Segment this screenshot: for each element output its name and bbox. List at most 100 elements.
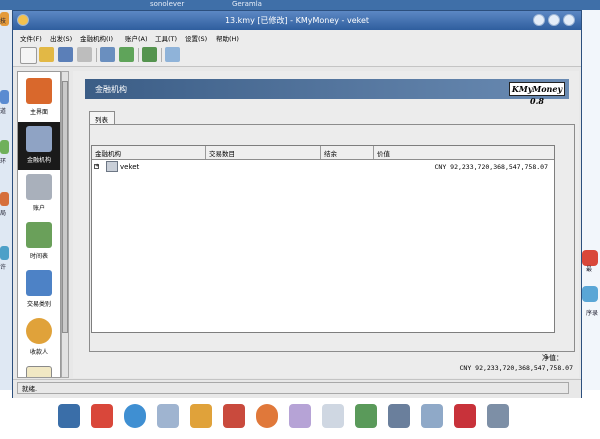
nav-item-label: 金融机构	[26, 157, 51, 164]
nav-item-institutions[interactable]: 金融机构	[18, 122, 60, 170]
nav-item-accounts[interactable]: 账户	[18, 170, 60, 218]
save-icon[interactable]	[58, 47, 73, 62]
toolbar-separator	[161, 48, 162, 62]
close-button[interactable]	[563, 14, 575, 26]
pen-icon[interactable]	[157, 404, 179, 428]
desktop-icon-label: Geramla	[232, 0, 262, 8]
menu-file[interactable]: 文件(F)	[20, 33, 42, 43]
camera-icon[interactable]	[487, 404, 509, 428]
gift-icon[interactable]	[454, 404, 476, 428]
scrollbar-thumb[interactable]	[62, 81, 68, 333]
home-icon	[26, 78, 52, 104]
desktop-shortcut-icon[interactable]	[0, 140, 9, 154]
nav-item-ledgers[interactable]	[18, 362, 60, 377]
printer-icon[interactable]	[388, 404, 410, 428]
desktop-shortcut-label: 许	[0, 264, 7, 271]
image-icon[interactable]	[355, 404, 377, 428]
minimize-button[interactable]	[533, 14, 545, 26]
desktop-left-area: 技 道 环 局 许	[0, 10, 12, 390]
column-header-institution[interactable]: 金融机构	[95, 148, 121, 158]
page-title: 金融机构	[95, 85, 127, 94]
find-icon[interactable]	[165, 47, 180, 62]
net-worth-value: CNY 92,233,720,368,547,758.07	[459, 364, 574, 372]
status-text: 就绪.	[17, 382, 569, 394]
nav-item-payees[interactable]: 收款人	[18, 314, 60, 362]
tab-list[interactable]: 列表	[89, 111, 115, 125]
menu-help[interactable]: 帮助(H)	[216, 33, 239, 43]
nav-item-label: 收款人	[29, 349, 48, 356]
desktop-icon-label: sonolever	[150, 0, 185, 8]
categories-icon	[26, 270, 52, 296]
nav-item-categories[interactable]: 交易类别	[18, 266, 60, 314]
maximize-button[interactable]	[548, 14, 560, 26]
institution-name: veket	[120, 163, 140, 171]
calculator-icon[interactable]	[142, 47, 157, 62]
column-header-transactions[interactable]: 交易数目	[209, 148, 235, 158]
list-icon[interactable]	[421, 404, 443, 428]
toolbar-separator	[138, 48, 139, 62]
desktop-shortcut-label: 技	[0, 18, 7, 25]
toolbar-separator	[96, 48, 97, 62]
table-header: 金融机构 交易数目 结余 价值	[92, 146, 554, 160]
system-icon[interactable]	[58, 404, 80, 428]
nav-item-label: 主界面	[29, 109, 48, 116]
menu-tools[interactable]: 工具(T)	[155, 33, 177, 43]
globe-icon[interactable]	[124, 404, 146, 428]
desktop-shortcut-label: 环	[0, 158, 7, 165]
net-worth-label: 净值：	[542, 354, 563, 362]
desktop-shortcut-label: 局	[0, 210, 7, 217]
document-icon[interactable]	[289, 404, 311, 428]
desktop-shortcut-icon[interactable]	[0, 90, 9, 104]
sidebar-scrollbar[interactable]	[61, 71, 69, 378]
account-icon	[26, 174, 52, 200]
navigation-sidebar: 主界面 金融机构 账户 时间表 交易类别 收款人	[17, 71, 61, 378]
expand-toggle-icon[interactable]: +	[94, 164, 99, 169]
nav-item-home[interactable]: 主界面	[18, 74, 60, 122]
page-header-banner: 金融机构 KMyMoney 0.8	[85, 79, 569, 106]
notepad-icon[interactable]	[322, 404, 344, 428]
nav-item-schedules[interactable]: 时间表	[18, 218, 60, 266]
menu-account[interactable]: 账户(A)	[125, 33, 148, 43]
bank-icon	[106, 161, 118, 172]
main-content: 金融机构 KMyMoney 0.8 列表 金融机构 交易数目 结余 价值 + v…	[73, 71, 579, 378]
title-bar[interactable]: 13.kmy [已修改] - KMyMoney - veket	[13, 11, 581, 30]
kmymoney-logo: KMyMoney 0.8	[509, 82, 565, 106]
first-aid-icon[interactable]	[91, 404, 113, 428]
desktop-top-bar: sonolever Geramla	[0, 0, 600, 10]
qif-import-icon[interactable]	[119, 47, 134, 62]
new-file-icon[interactable]	[20, 47, 37, 64]
column-header-balance[interactable]: 结余	[324, 148, 337, 158]
tools-icon[interactable]	[223, 404, 245, 428]
desktop-shortcut-icon[interactable]	[0, 246, 9, 260]
open-folder-icon[interactable]	[39, 47, 54, 62]
institutions-table: 金融机构 交易数目 结余 价值 + veket CNY 92,233,720,3…	[91, 145, 555, 333]
desktop-shortcut-icon[interactable]	[582, 286, 598, 302]
desktop-shortcut-icon[interactable]	[0, 192, 9, 206]
browser-icon[interactable]	[256, 404, 278, 428]
menu-bar: 文件(F) 出发(S) 金融机构(I) 账户(A) 工具(T) 设置(S) 帮助…	[13, 30, 581, 45]
desktop-shortcut-label: 道	[0, 108, 7, 115]
payees-icon	[26, 318, 52, 344]
menu-settings[interactable]: 设置(S)	[185, 33, 207, 43]
bank-icon	[26, 126, 52, 152]
nav-item-label: 账户	[32, 205, 45, 212]
nav-item-label: 交易类别	[26, 301, 51, 308]
print-icon[interactable]	[77, 47, 92, 62]
status-bar: 就绪.	[13, 379, 581, 398]
menu-edit[interactable]: 出发(S)	[50, 33, 72, 43]
column-divider	[205, 146, 206, 159]
ledger-icon	[26, 366, 52, 377]
dock-bar	[0, 398, 600, 439]
column-header-value[interactable]: 价值	[377, 148, 390, 158]
menu-institution[interactable]: 金融机构(I)	[80, 33, 113, 43]
institution-value: CNY 92,233,720,368,547,758.07	[434, 163, 549, 171]
table-row[interactable]: + veket CNY 92,233,720,368,547,758.07	[92, 161, 554, 173]
schedule-icon	[26, 222, 52, 248]
kmymoney-window: 13.kmy [已修改] - KMyMoney - veket 文件(F) 出发…	[12, 10, 582, 398]
desktop-shortcut-label: 最	[586, 266, 593, 273]
window-title: 13.kmy [已修改] - KMyMoney - veket	[224, 16, 370, 25]
desktop-shortcut-label: 序录	[586, 310, 599, 317]
person-icon[interactable]	[190, 404, 212, 428]
column-divider	[320, 146, 321, 159]
web-icon[interactable]	[100, 47, 115, 62]
